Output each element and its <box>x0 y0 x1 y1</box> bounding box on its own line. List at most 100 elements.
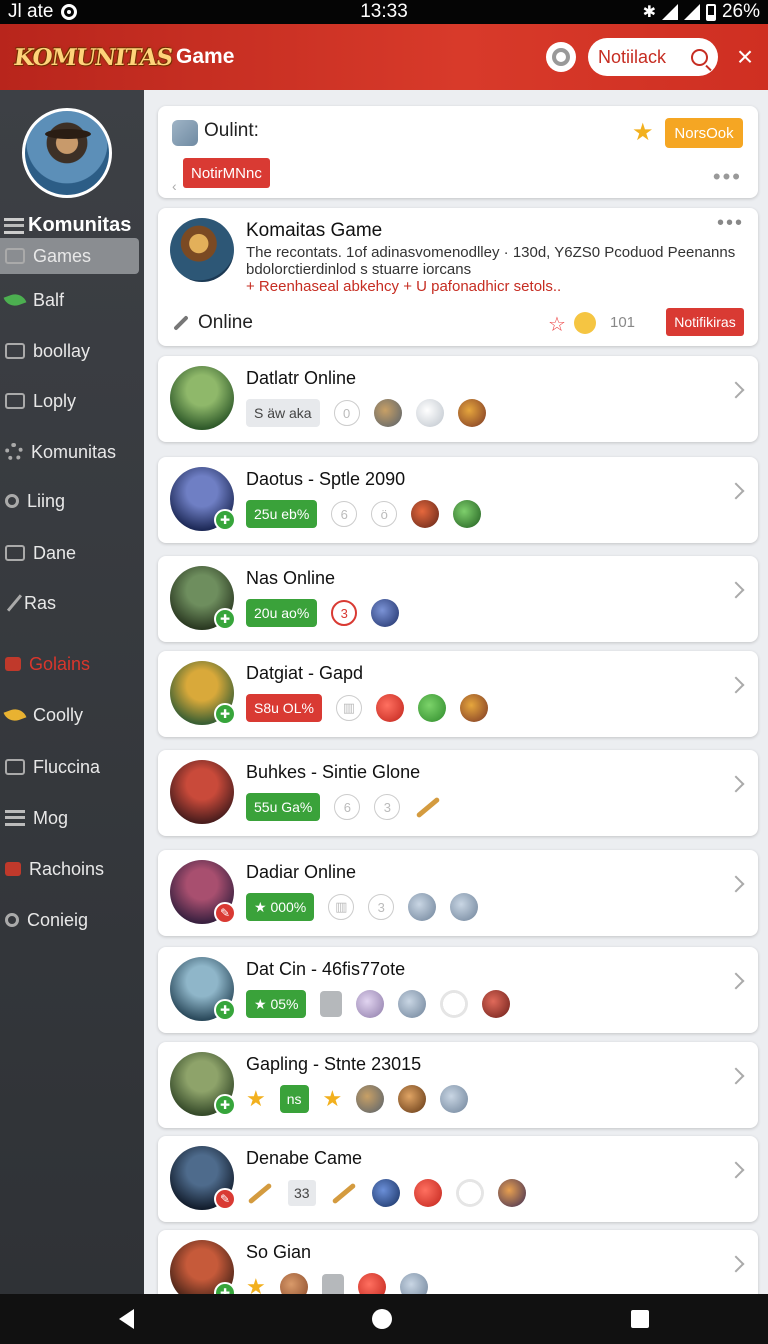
sidebar-item-label: Balf <box>33 289 65 310</box>
sidebar-item-komunitas[interactable]: Komunitas <box>0 434 140 470</box>
top-card-badge[interactable]: NorsOok <box>665 118 743 148</box>
chevron-right-icon[interactable] <box>727 775 745 793</box>
user-icon <box>5 913 19 927</box>
chevron-right-icon[interactable] <box>727 875 745 893</box>
sidebar-item-label: Liing <box>27 490 66 511</box>
notification-chip[interactable]: NotirMNnc <box>183 158 270 188</box>
game-item-icon <box>411 500 440 528</box>
star-outline-icon[interactable]: ☆ <box>548 312 566 337</box>
recents-button[interactable] <box>630 1310 649 1328</box>
online-badge-icon: ✚ <box>214 703 236 725</box>
sidebar: Komunitas Games Balf boollay Loply Komunitas… <box>0 90 144 1294</box>
game-meta-row: 25u eb% 6 ö <box>246 499 482 529</box>
game-card[interactable]: ✚ Datgiat - Gapd S8u OL% ▥ <box>158 651 758 737</box>
game-item-icon <box>459 694 488 722</box>
count-circle: 0 <box>333 400 360 426</box>
featured-card[interactable]: Komaitas Game ••• The recontats. 1of adi… <box>158 208 758 346</box>
game-card[interactable]: ✚ Dat Cin - 46fis77ote ★ 05% <box>158 947 758 1033</box>
game-stat-pill: 25u eb% <box>246 500 318 528</box>
chevron-right-icon[interactable] <box>727 972 745 990</box>
chevron-right-icon[interactable] <box>727 581 745 599</box>
game-title: Daotus - Sptle 2090 <box>246 469 406 489</box>
game-title: Nas Online <box>246 568 336 588</box>
bag-icon <box>5 657 21 671</box>
app-logo[interactable]: KOMUNITAS Game <box>12 44 234 71</box>
close-button[interactable]: × <box>730 41 760 73</box>
chevron-right-icon[interactable] <box>727 676 745 694</box>
chevron-right-icon[interactable] <box>727 482 745 500</box>
game-title: Buhkes - Sintie Glone <box>246 762 421 782</box>
featured-link[interactable]: + Reenhaseal abkehcy + U pafonadhicr set… <box>246 278 561 295</box>
sidebar-item-liing[interactable]: Liing <box>0 483 140 519</box>
game-meta-row: 20u ao% 3 <box>246 598 400 628</box>
notify-button[interactable]: Notifikiras <box>666 308 744 336</box>
game-card[interactable]: Buhkes - Sintie Glone 55u Ga% 6 3 <box>158 750 758 836</box>
sword-icon <box>331 1182 356 1204</box>
featured-description: The recontats. 1of adinasvomenodlley · 1… <box>246 244 736 278</box>
back-button[interactable] <box>119 1309 135 1329</box>
sidebar-item-label: Ras <box>24 592 57 613</box>
sidebar-item-boollay[interactable]: boollay <box>0 333 140 369</box>
sword-icon <box>247 1182 273 1204</box>
profile-avatar[interactable] <box>22 108 112 198</box>
game-card[interactable]: ✎ Denabe Came 33 <box>158 1136 758 1222</box>
record-button[interactable] <box>546 42 576 72</box>
online-badge-icon: ✚ <box>214 999 236 1021</box>
sidebar-item-label: Komunitas <box>31 441 117 462</box>
featured-count: 101 <box>610 314 636 331</box>
count-circle: 3 <box>368 894 395 920</box>
sidebar-item-balf[interactable]: Balf <box>0 282 140 318</box>
game-meta-row: ★ 05% <box>246 989 511 1019</box>
game-item-icon <box>356 990 385 1018</box>
chevron-right-icon[interactable] <box>727 1255 745 1273</box>
sidebar-item-golains[interactable]: Golains <box>0 646 140 682</box>
sidebar-item-ras[interactable]: Ras <box>0 585 140 621</box>
sidebar-item-coolly[interactable]: Coolly <box>0 697 140 733</box>
chevron-right-icon[interactable] <box>727 1161 745 1179</box>
game-item-icon <box>279 1273 308 1294</box>
sidebar-item-label: Coolly <box>33 704 84 725</box>
menu-icon <box>4 217 24 234</box>
trash-icon <box>321 1274 344 1294</box>
home-button[interactable] <box>372 1309 393 1329</box>
game-stat-pill: 20u ao% <box>246 599 318 627</box>
game-item-icon <box>371 599 400 627</box>
sidebar-item-conieig[interactable]: Conieig <box>0 902 140 938</box>
game-item-icon <box>450 893 479 921</box>
more-icon[interactable]: ••• <box>713 164 742 190</box>
lines-icon <box>5 810 25 826</box>
sidebar-title-text: Komunitas <box>28 214 132 236</box>
game-item-icon <box>413 1179 442 1207</box>
top-card[interactable]: Oulint: ★ NorsOok ‹ NotirMNnc ••• <box>158 106 758 198</box>
chevron-right-icon[interactable] <box>727 1067 745 1085</box>
sidebar-item-fluccina[interactable]: Fluccina <box>0 749 140 785</box>
sidebar-item-label: Rachoins <box>29 858 105 879</box>
sidebar-item-loply[interactable]: Loply <box>0 383 140 419</box>
chevron-right-icon[interactable] <box>727 381 745 399</box>
sidebar-item-games[interactable]: Games <box>0 238 139 274</box>
game-card[interactable]: ✎ Dadiar Online ★ 000% ▥ 3 <box>158 850 758 936</box>
game-meta-row: ★ 000% ▥ 3 <box>246 892 479 922</box>
game-meta-row: S8u OL% ▥ <box>246 693 488 723</box>
wrench-icon <box>173 315 189 331</box>
game-card[interactable]: ✚ Gapling - Stnte 23015 ★ ns ★ <box>158 1042 758 1128</box>
game-item-icon <box>356 1085 385 1113</box>
sidebar-item-rachoins[interactable]: Rachoins <box>0 851 140 887</box>
more-icon[interactable]: ••• <box>717 212 744 235</box>
game-stat-pill: S äw aka <box>246 399 320 427</box>
search-input[interactable]: Notiilack <box>588 38 718 76</box>
trash-icon <box>320 991 343 1017</box>
sidebar-item-mog[interactable]: Mog <box>0 800 140 836</box>
sidebar-item-dane[interactable]: Dane <box>0 535 140 571</box>
featured-avatar <box>170 218 234 282</box>
game-meta-row: ★ <box>246 1272 428 1294</box>
game-card[interactable]: ✚ Nas Online 20u ao% 3 <box>158 556 758 642</box>
record-icon <box>552 48 570 66</box>
game-card[interactable]: ✚ So Gian ★ <box>158 1230 758 1294</box>
game-card[interactable]: ✚ Daotus - Sptle 2090 25u eb% 6 ö <box>158 457 758 543</box>
bag-icon <box>5 862 21 876</box>
star-icon[interactable]: ★ <box>632 118 654 147</box>
game-card[interactable]: Datlatr Online S äw aka 0 <box>158 356 758 442</box>
online-badge-icon: ✚ <box>214 509 236 531</box>
game-item-icon <box>357 1273 386 1294</box>
